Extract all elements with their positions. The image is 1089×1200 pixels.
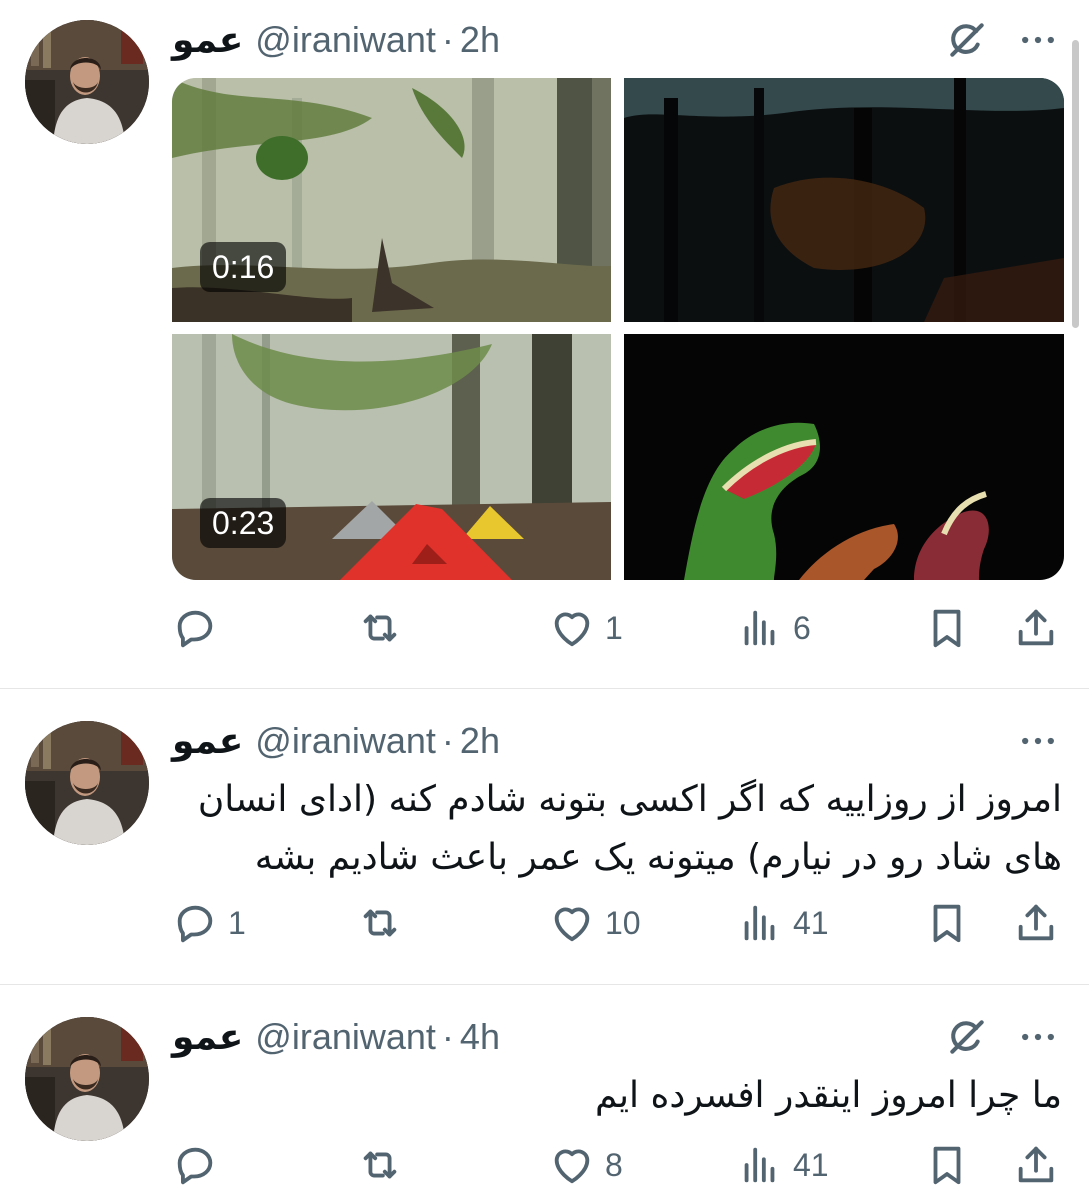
bookmark-button[interactable] (924, 895, 970, 951)
tweet-3[interactable]: عمو @iraniwant · 4h ما چرا امروز اینقدر … (0, 985, 1089, 1200)
tweet-2[interactable]: عمو @iraniwant · 2h امروز از روزاییه که … (0, 689, 1089, 984)
bookmark-button[interactable] (924, 600, 970, 656)
like-button[interactable]: 8 (549, 1137, 623, 1193)
timestamp[interactable]: 2h (460, 19, 500, 61)
video-duration: 0:16 (200, 242, 287, 292)
ellipsis-icon[interactable] (1016, 1015, 1060, 1059)
tweet-text-line: امروز از روزاییه که اگر اکسی بتونه شادم … (197, 779, 1062, 820)
media-image-2[interactable] (624, 78, 1064, 322)
avatar[interactable] (25, 1017, 149, 1141)
separator-dot: · (441, 720, 454, 761)
heart-icon (549, 605, 595, 651)
separator-dot: · (441, 1016, 454, 1057)
views-button[interactable]: 41 (737, 895, 829, 951)
retweet-button[interactable] (357, 600, 413, 656)
view-count: 6 (793, 609, 811, 646)
avatar[interactable] (25, 721, 149, 845)
like-count: 1 (605, 609, 623, 646)
share-button[interactable] (1013, 1137, 1059, 1193)
like-count: 10 (605, 904, 641, 941)
ellipsis-icon[interactable] (1016, 18, 1060, 62)
share-button[interactable] (1013, 895, 1059, 951)
like-count: 8 (605, 1146, 623, 1183)
display-name[interactable]: عمو (172, 720, 243, 762)
media-video-3[interactable]: 0:23 (172, 334, 611, 580)
media-image-4[interactable] (624, 334, 1064, 580)
timestamp[interactable]: 4h (460, 1016, 500, 1058)
tweet-actions: 1 6 (172, 600, 1062, 656)
tweet-header: عمو @iraniwant · 2h (172, 18, 500, 62)
media-grid: 0:16 0:23 (172, 78, 1064, 580)
bookmark-button[interactable] (924, 1137, 970, 1193)
grok-slash-icon[interactable] (945, 18, 989, 62)
display-name[interactable]: عمو (172, 1016, 243, 1058)
bookmark-icon (924, 605, 970, 651)
share-upload-icon (1013, 900, 1059, 946)
tweet-1[interactable]: عمو @iraniwant · 2h 0:16 0:23 1 6 (0, 0, 1089, 688)
tweet-header: عمو @iraniwant · 2h (172, 719, 500, 763)
like-button[interactable]: 1 (549, 600, 623, 656)
views-button[interactable]: 41 (737, 1137, 829, 1193)
speech-bubble-icon (172, 605, 218, 651)
bookmark-icon (924, 900, 970, 946)
timestamp[interactable]: 2h (460, 720, 500, 762)
retweet-arrows-icon (357, 605, 403, 651)
bookmark-icon (924, 1142, 970, 1188)
tweet-header: عمو @iraniwant · 4h (172, 1015, 500, 1059)
share-upload-icon (1013, 1142, 1059, 1188)
reply-count: 1 (228, 904, 246, 941)
retweet-button[interactable] (357, 1137, 413, 1193)
share-button[interactable] (1013, 600, 1059, 656)
retweet-arrows-icon (357, 1142, 403, 1188)
speech-bubble-icon (172, 1142, 218, 1188)
tweet-actions: 8 41 (172, 1137, 1062, 1193)
separator-dot: · (441, 19, 454, 60)
share-upload-icon (1013, 605, 1059, 651)
ellipsis-icon[interactable] (1016, 719, 1060, 763)
bar-chart-icon (737, 605, 783, 651)
tweet-text-line: ما چرا امروز اینقدر افسرده ایم (595, 1075, 1062, 1116)
tweet-actions: 1 10 41 (172, 895, 1062, 951)
user-handle[interactable]: @iraniwant (255, 19, 436, 61)
tweet-text: ما چرا امروز اینقدر افسرده ایم (172, 1067, 1062, 1125)
reply-button[interactable]: 1 (172, 895, 246, 951)
like-button[interactable]: 10 (549, 895, 641, 951)
user-handle[interactable]: @iraniwant (255, 1016, 436, 1058)
user-handle[interactable]: @iraniwant (255, 720, 436, 762)
media-video-1[interactable]: 0:16 (172, 78, 611, 322)
video-duration: 0:23 (200, 498, 287, 548)
view-count: 41 (793, 1146, 829, 1183)
reply-button[interactable] (172, 600, 228, 656)
heart-icon (549, 900, 595, 946)
avatar[interactable] (25, 20, 149, 144)
bar-chart-icon (737, 900, 783, 946)
view-count: 41 (793, 904, 829, 941)
heart-icon (549, 1142, 595, 1188)
tweet-text-line: های شاد رو در نیارم) میتونه یک عمر باعث … (254, 837, 1062, 878)
speech-bubble-icon (172, 900, 218, 946)
display-name[interactable]: عمو (172, 19, 243, 61)
tweet-text: امروز از روزاییه که اگر اکسی بتونه شادم … (172, 771, 1062, 887)
reply-button[interactable] (172, 1137, 228, 1193)
scrollbar[interactable] (1072, 40, 1079, 328)
grok-slash-icon[interactable] (945, 1015, 989, 1059)
bar-chart-icon (737, 1142, 783, 1188)
retweet-button[interactable] (357, 895, 413, 951)
views-button[interactable]: 6 (737, 600, 811, 656)
retweet-arrows-icon (357, 900, 403, 946)
